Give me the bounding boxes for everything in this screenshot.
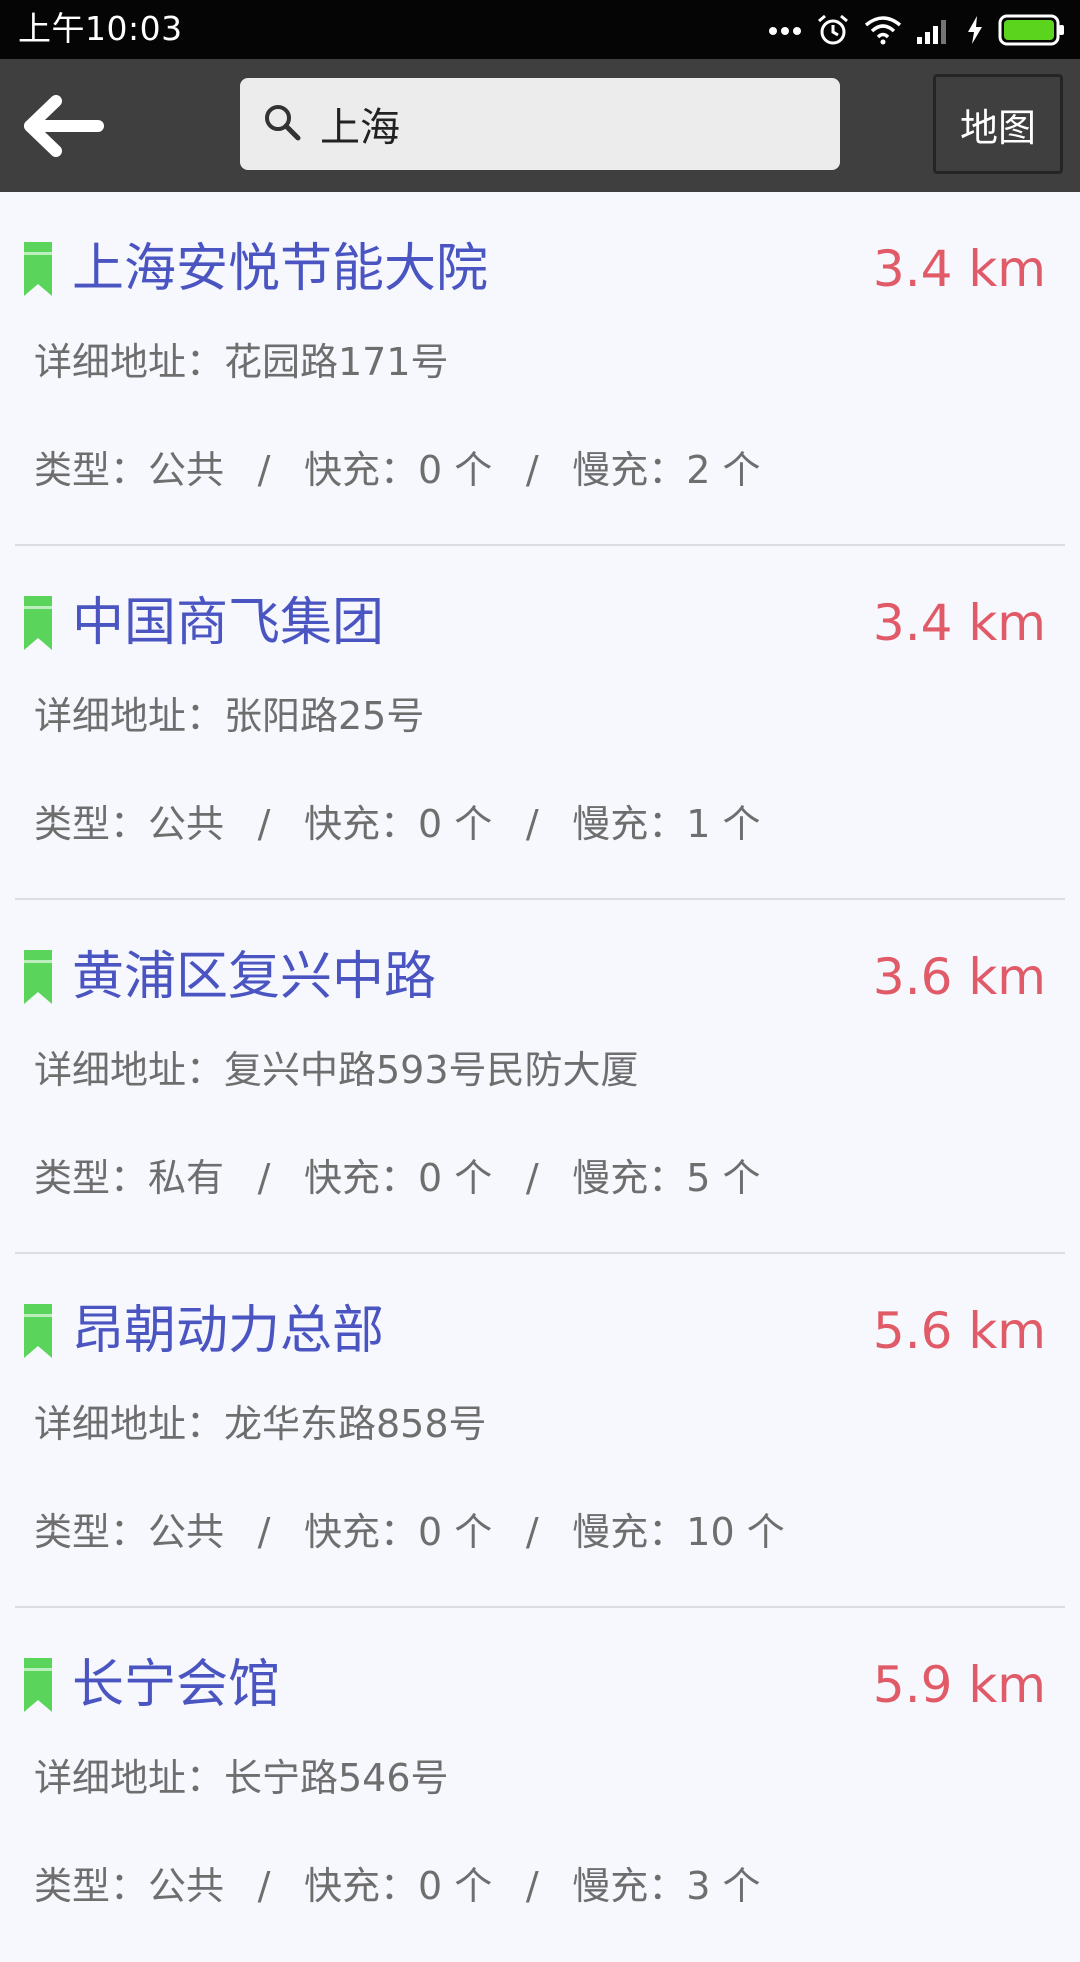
meta-separator: / <box>525 1156 539 1200</box>
search-box[interactable] <box>240 78 840 170</box>
station-distance: 3.4 km <box>872 594 1046 652</box>
signal-icon <box>917 19 946 44</box>
search-input[interactable] <box>320 78 820 170</box>
arrow-left-icon <box>24 95 104 157</box>
station-name: 上海安悦节能大院 <box>72 239 489 299</box>
meta-separator: / <box>257 1864 271 1908</box>
slow-charger-count: 慢充：1 个 <box>572 802 761 846</box>
search-icon <box>265 105 301 141</box>
battery-icon <box>998 14 1064 45</box>
station-address: 详细地址：复兴中路593号民防大厦 <box>34 1048 639 1092</box>
bookmark-icon <box>24 950 52 1004</box>
station-type: 类型：公共 <box>34 1510 225 1554</box>
station-name: 中国商飞集团 <box>72 593 385 653</box>
list-item[interactable]: 黄浦区复兴中路 3.6 km 详细地址：复兴中路593号民防大厦 类型：私有 /… <box>0 900 1080 1254</box>
list-item[interactable]: 中国商飞集团 3.4 km 详细地址：张阳路25号 类型：公共 / 快充：0 个… <box>0 546 1080 900</box>
station-distance: 5.6 km <box>872 1302 1046 1360</box>
station-name: 长宁会馆 <box>72 1655 281 1715</box>
slow-charger-count: 慢充：5 个 <box>572 1156 761 1200</box>
bookmark-icon <box>24 1304 52 1358</box>
fast-charger-count: 快充：0 个 <box>304 1156 493 1200</box>
fast-charger-count: 快充：0 个 <box>304 802 493 846</box>
meta-separator: / <box>525 1864 539 1908</box>
charging-icon <box>968 15 982 44</box>
list-item[interactable]: 昂朝动力总部 5.6 km 详细地址：龙华东路858号 类型：公共 / 快充：0… <box>0 1254 1080 1608</box>
meta-separator: / <box>525 448 539 492</box>
station-distance: 3.4 km <box>872 240 1046 298</box>
bookmark-icon <box>24 1658 52 1712</box>
map-button[interactable]: 地图 <box>933 74 1063 174</box>
station-address: 详细地址：长宁路546号 <box>34 1756 449 1800</box>
meta-separator: / <box>257 1156 271 1200</box>
meta-separator: / <box>525 1510 539 1554</box>
station-address: 详细地址：张阳路25号 <box>34 694 425 738</box>
station-meta: 类型：公共 / 快充：0 个 / 慢充：3 个 <box>34 1862 761 1910</box>
slow-charger-count: 慢充：3 个 <box>572 1864 761 1908</box>
slow-charger-count: 慢充：2 个 <box>572 448 761 492</box>
status-bar: 上午10:03 <box>0 0 1080 59</box>
more-dots-icon <box>769 26 801 35</box>
station-address: 详细地址：龙华东路858号 <box>34 1402 487 1446</box>
station-type: 类型：公共 <box>34 802 225 846</box>
status-time: 上午10:03 <box>18 9 183 48</box>
station-meta: 类型：公共 / 快充：0 个 / 慢充：10 个 <box>34 1508 785 1556</box>
bookmark-icon <box>24 242 52 296</box>
station-meta: 类型：私有 / 快充：0 个 / 慢充：5 个 <box>34 1154 761 1202</box>
alarm-icon <box>818 14 848 44</box>
station-type: 类型：公共 <box>34 1864 225 1908</box>
fast-charger-count: 快充：0 个 <box>304 1864 493 1908</box>
meta-separator: / <box>525 802 539 846</box>
back-button[interactable] <box>22 93 106 159</box>
station-type: 类型：公共 <box>34 448 225 492</box>
meta-separator: / <box>257 1510 271 1554</box>
station-name: 昂朝动力总部 <box>72 1301 385 1361</box>
bookmark-icon <box>24 596 52 650</box>
list-item[interactable]: 上海安悦节能大院 3.4 km 详细地址：花园路171号 类型：公共 / 快充：… <box>0 192 1080 546</box>
slow-charger-count: 慢充：10 个 <box>572 1510 785 1554</box>
station-distance: 5.9 km <box>872 1656 1046 1714</box>
station-address: 详细地址：花园路171号 <box>34 340 449 384</box>
fast-charger-count: 快充：0 个 <box>304 1510 493 1554</box>
station-distance: 3.6 km <box>872 948 1046 1006</box>
wifi-icon <box>864 15 902 44</box>
station-meta: 类型：公共 / 快充：0 个 / 慢充：1 个 <box>34 800 761 848</box>
station-meta: 类型：公共 / 快充：0 个 / 慢充：2 个 <box>34 446 761 494</box>
toolbar: 地图 <box>0 59 1080 192</box>
station-type: 类型：私有 <box>34 1156 225 1200</box>
station-name: 黄浦区复兴中路 <box>72 947 437 1007</box>
meta-separator: / <box>257 448 271 492</box>
status-icons <box>768 0 1066 59</box>
list-item[interactable]: 长宁会馆 5.9 km 详细地址：长宁路546号 类型：公共 / 快充：0 个 … <box>0 1608 1080 1962</box>
meta-separator: / <box>257 802 271 846</box>
station-list: 上海安悦节能大院 3.4 km 详细地址：花园路171号 类型：公共 / 快充：… <box>0 192 1080 1962</box>
fast-charger-count: 快充：0 个 <box>304 448 493 492</box>
